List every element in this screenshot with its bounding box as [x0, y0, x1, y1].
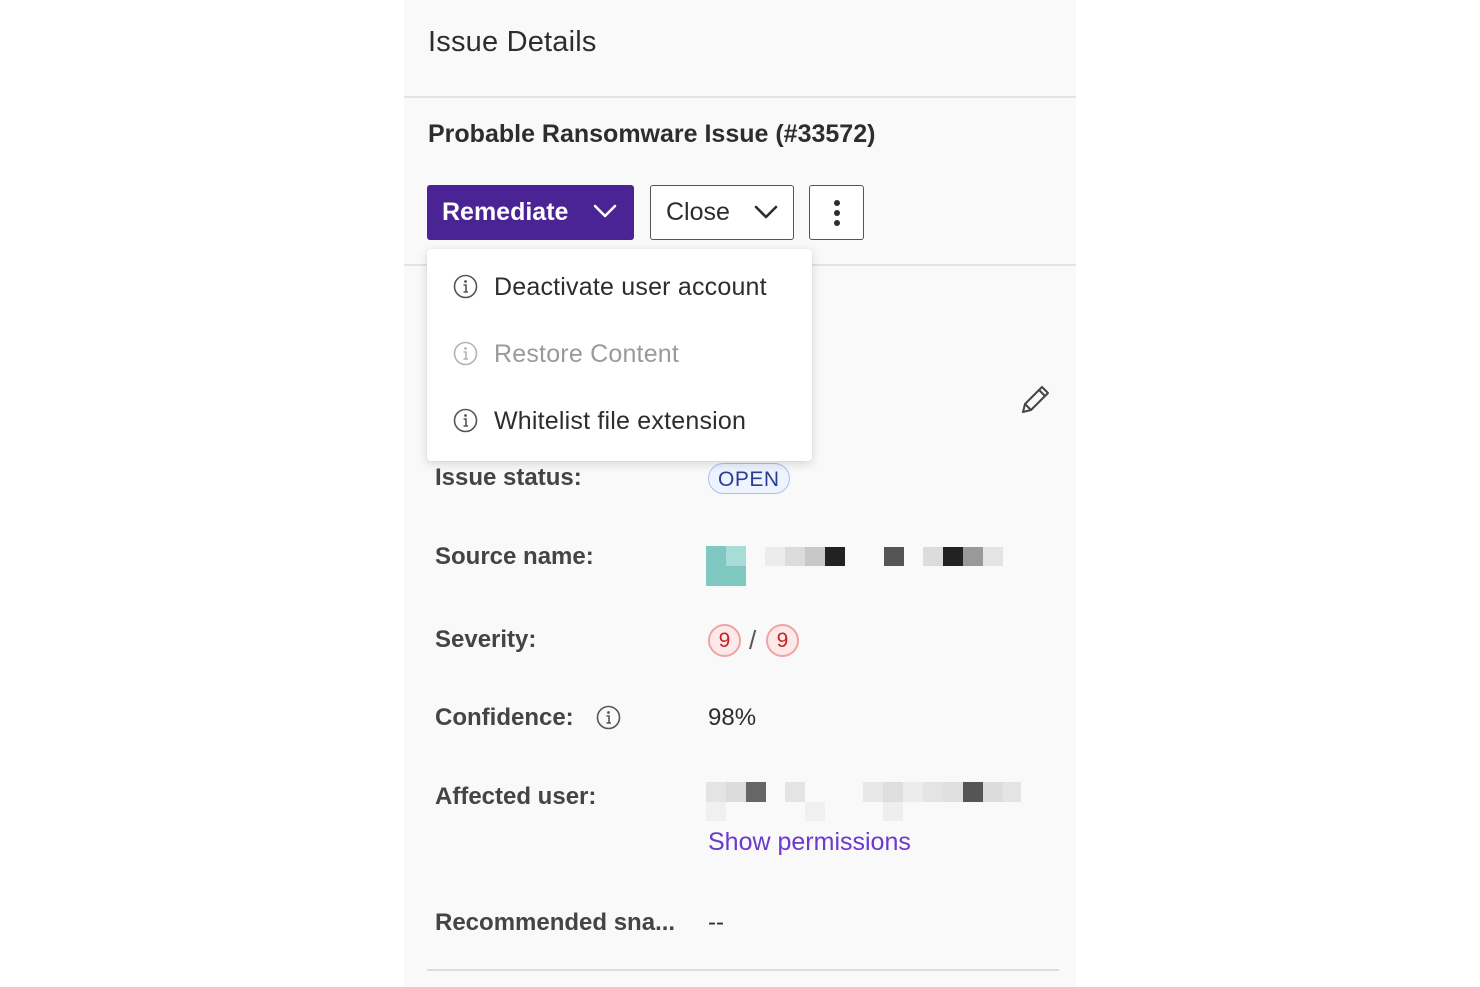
- recommended-value: --: [708, 909, 724, 936]
- close-button-label: Close: [666, 198, 730, 226]
- kebab-menu-icon: [833, 199, 840, 226]
- severity-label: Severity:: [435, 626, 537, 653]
- remediate-button-label: Remediate: [442, 198, 569, 226]
- menu-item-restore-content: Restore Content: [427, 331, 812, 375]
- issue-details-panel: Issue Details Probable Ransomware Issue …: [404, 0, 1076, 987]
- more-actions-button[interactable]: [809, 185, 864, 240]
- issue-status-label: Issue status:: [435, 464, 582, 491]
- menu-item-whitelist-extension[interactable]: Whitelist file extension: [427, 398, 812, 442]
- source-name-label: Source name:: [435, 543, 594, 570]
- severity-separator: /: [749, 625, 757, 655]
- issue-title: Probable Ransomware Issue (#33572): [428, 120, 876, 148]
- confidence-value: 98%: [708, 704, 757, 731]
- menu-item-label: Restore Content: [494, 340, 680, 368]
- menu-item-deactivate-user[interactable]: Deactivate user account: [427, 264, 812, 308]
- menu-item-label: Whitelist file extension: [494, 407, 747, 435]
- remediate-dropdown-menu: Deactivate user account Restore Content …: [427, 249, 812, 461]
- chevron-down-icon: [754, 205, 778, 219]
- pencil-icon[interactable]: [1018, 383, 1052, 417]
- close-button[interactable]: Close: [650, 185, 794, 240]
- chevron-down-icon: [593, 204, 617, 218]
- remediate-button[interactable]: Remediate: [427, 185, 634, 240]
- divider: [427, 969, 1059, 971]
- show-permissions-link[interactable]: Show permissions: [708, 828, 911, 857]
- confidence-label: Confidence:: [435, 704, 574, 731]
- divider: [404, 96, 1076, 98]
- panel-title: Issue Details: [428, 26, 597, 58]
- info-icon: [453, 408, 478, 433]
- affected-user-label: Affected user:: [435, 783, 597, 810]
- info-icon: [453, 341, 478, 366]
- severity-badge: 9: [708, 624, 741, 657]
- menu-item-label: Deactivate user account: [494, 273, 767, 301]
- recommended-label: Recommended sna...: [435, 909, 676, 936]
- info-icon: [453, 274, 478, 299]
- severity-badge: 9: [766, 624, 799, 657]
- info-icon[interactable]: [596, 705, 621, 730]
- status-badge: OPEN: [708, 463, 790, 494]
